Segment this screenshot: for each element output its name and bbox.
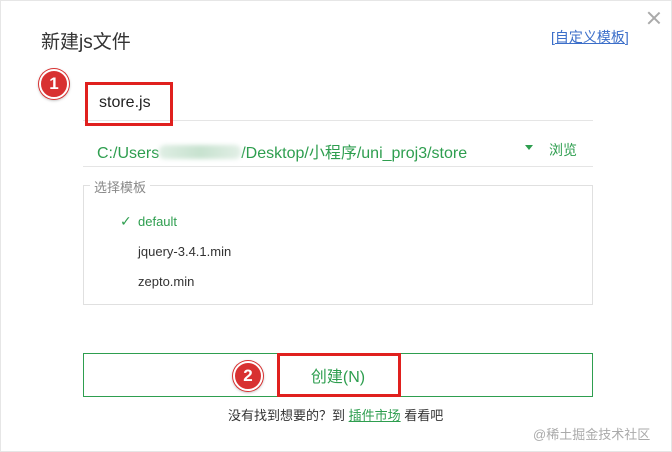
- hint-before: 没有找到想要的？到: [228, 408, 349, 423]
- caret-down-icon[interactable]: [525, 145, 533, 150]
- custom-template-link[interactable]: 自定义模板: [555, 29, 625, 45]
- template-item-zepto[interactable]: zepto.min: [138, 274, 194, 289]
- hint-after: 看看吧: [400, 408, 444, 423]
- path-row: C:/Users/Desktop/小程序/uni_proj3/store 浏览: [83, 129, 593, 167]
- plugin-market-hint: 没有找到想要的？到 插件市场 看看吧: [228, 405, 443, 424]
- path-prefix: C:/Users: [97, 145, 160, 162]
- template-selector: 选择模板 ✓ default jquery-3.4.1.min zepto.mi…: [83, 177, 593, 305]
- new-js-file-dialog: 新建js文件 [自定义模板] C:/Users/Desktop/小程序/uni_…: [0, 0, 672, 452]
- dialog-title: 新建js文件: [41, 32, 131, 53]
- create-highlight-box: [277, 353, 401, 397]
- check-icon: ✓: [120, 213, 132, 229]
- filename-highlight-box: [85, 82, 173, 126]
- path-suffix: /Desktop/小程序/uni_proj3/store: [241, 145, 468, 162]
- browse-button[interactable]: 浏览: [549, 140, 577, 160]
- template-item-default[interactable]: default: [138, 214, 177, 229]
- template-item-jquery[interactable]: jquery-3.4.1.min: [138, 244, 231, 259]
- path-text[interactable]: C:/Users/Desktop/小程序/uni_proj3/store: [97, 139, 467, 163]
- bracket-close: ]: [624, 29, 629, 45]
- plugin-market-link[interactable]: 插件市场: [349, 408, 401, 423]
- custom-template-link-wrapper: [自定义模板]: [551, 27, 629, 47]
- step-marker-1: 1: [39, 69, 69, 99]
- redacted-username: [159, 145, 242, 159]
- template-legend: 选择模板: [90, 177, 151, 196]
- step-marker-2: 2: [233, 361, 263, 391]
- watermark: @稀土掘金技术社区: [533, 427, 651, 442]
- close-icon[interactable]: [645, 9, 663, 27]
